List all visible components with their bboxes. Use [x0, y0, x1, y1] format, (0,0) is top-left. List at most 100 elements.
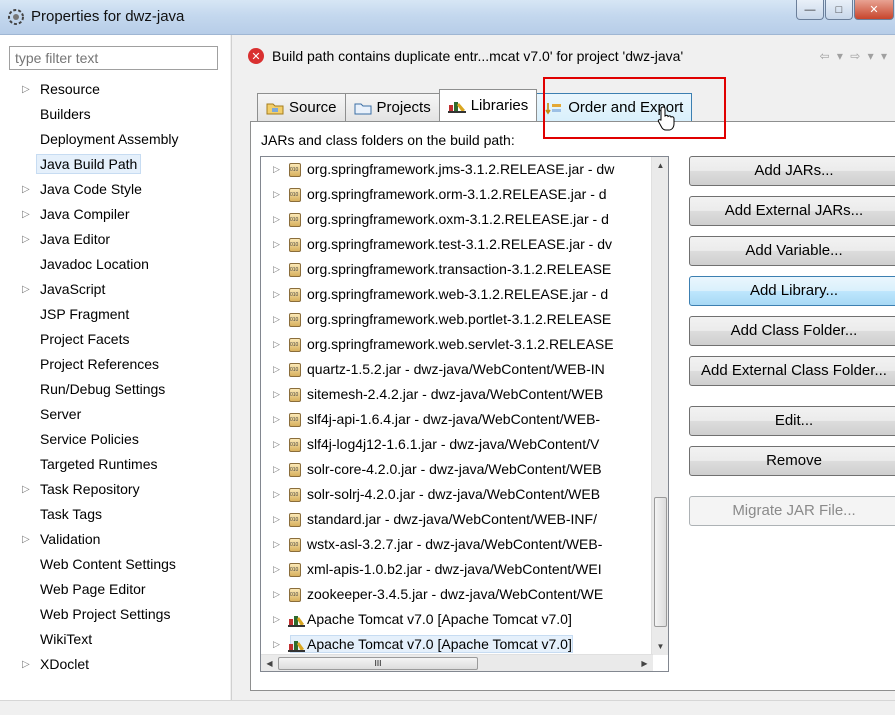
list-item[interactable]: ▷ zookeeper-3.4.5.jar - dwz-java/WebConte… — [261, 582, 653, 607]
list-item[interactable]: ▷ org.springframework.web.servlet-3.1.2.R… — [261, 332, 653, 357]
list-item[interactable]: ▷ solr-core-4.2.0.jar - dwz-java/WebConte… — [261, 457, 653, 482]
list-item[interactable]: ▷ org.springframework.jms-3.1.2.RELEASE.j… — [261, 157, 653, 182]
remove-button[interactable]: Remove — [689, 446, 895, 476]
sidebar-item[interactable]: Project References — [0, 352, 230, 377]
expand-arrow-icon[interactable]: ▷ — [273, 232, 280, 257]
expand-arrow-icon[interactable]: ▷ — [22, 477, 30, 502]
list-item[interactable]: ▷ org.springframework.web.portlet-3.1.2.R… — [261, 307, 653, 332]
expand-arrow-icon[interactable]: ▷ — [273, 582, 280, 607]
list-item[interactable]: ▷ standard.jar - dwz-java/WebContent/WEB-… — [261, 507, 653, 532]
sidebar-item[interactable]: Web Project Settings — [0, 602, 230, 627]
scroll-up-icon[interactable]: ▲ — [652, 157, 668, 174]
sidebar-item[interactable]: Project Facets — [0, 327, 230, 352]
tab-projects[interactable]: Projects — [344, 93, 440, 121]
expand-arrow-icon[interactable]: ▷ — [273, 632, 280, 655]
sidebar-item[interactable]: ▷ JavaScript — [0, 277, 230, 302]
add-class-folder-button[interactable]: Add Class Folder... — [689, 316, 895, 346]
close-button[interactable]: ✕ — [854, 0, 894, 20]
expand-arrow-icon[interactable]: ▷ — [273, 357, 280, 382]
expand-arrow-icon[interactable]: ▷ — [273, 507, 280, 532]
scroll-right-icon[interactable]: ▶ — [636, 655, 653, 671]
vertical-scrollbar[interactable]: ▲ ▼ — [651, 157, 668, 655]
list-item[interactable]: ▷ org.springframework.transaction-3.1.2.R… — [261, 257, 653, 282]
list-item[interactable]: ▷ sitemesh-2.4.2.jar - dwz-java/WebConten… — [261, 382, 653, 407]
vertical-scroll-thumb[interactable] — [654, 497, 667, 627]
expand-arrow-icon[interactable]: ▷ — [273, 257, 280, 282]
list-item[interactable]: ▷ Apache Tomcat v7.0 [Apache Tomcat v7.0] — [261, 632, 653, 655]
list-item[interactable]: ▷ solr-solrj-4.2.0.jar - dwz-java/WebCont… — [261, 482, 653, 507]
expand-arrow-icon[interactable]: ▷ — [273, 207, 280, 232]
sidebar-item[interactable]: ▷ Resource — [0, 77, 230, 102]
filter-input[interactable] — [9, 46, 218, 70]
expand-arrow-icon[interactable]: ▷ — [273, 332, 280, 357]
add-external-jars-button[interactable]: Add External JARs... — [689, 196, 895, 226]
sidebar-item[interactable]: ▷ Java Code Style — [0, 177, 230, 202]
list-item[interactable]: ▷ Apache Tomcat v7.0 [Apache Tomcat v7.0] — [261, 607, 653, 632]
expand-arrow-icon[interactable]: ▷ — [273, 307, 280, 332]
sidebar-item[interactable]: Server — [0, 402, 230, 427]
expand-arrow-icon[interactable]: ▷ — [273, 382, 280, 407]
list-item[interactable]: ▷ wstx-asl-3.2.7.jar - dwz-java/WebConten… — [261, 532, 653, 557]
expand-arrow-icon[interactable]: ▷ — [273, 182, 280, 207]
expand-arrow-icon[interactable]: ▷ — [22, 77, 30, 102]
sidebar-item[interactable]: JSP Fragment — [0, 302, 230, 327]
expand-arrow-icon[interactable]: ▷ — [273, 432, 280, 457]
sidebar-item[interactable]: ▷ Validation — [0, 527, 230, 552]
sidebar-item[interactable]: Targeted Runtimes — [0, 452, 230, 477]
add-jars-button[interactable]: Add JARs... — [689, 156, 895, 186]
sidebar-item[interactable]: Java Build Path — [0, 152, 230, 177]
expand-arrow-icon[interactable]: ▷ — [273, 157, 280, 182]
sidebar-item[interactable]: Builders — [0, 102, 230, 127]
horizontal-scroll-thumb[interactable]: III — [278, 657, 478, 670]
add-library-button[interactable]: Add Library... — [689, 276, 895, 306]
expand-arrow-icon[interactable]: ▷ — [22, 652, 30, 677]
edit-button[interactable]: Edit... — [689, 406, 895, 436]
list-item[interactable]: ▷ org.springframework.oxm-3.1.2.RELEASE.j… — [261, 207, 653, 232]
list-item[interactable]: ▷ org.springframework.test-3.1.2.RELEASE.… — [261, 232, 653, 257]
expand-arrow-icon[interactable]: ▷ — [273, 607, 280, 632]
expand-arrow-icon[interactable]: ▷ — [273, 457, 280, 482]
list-item[interactable]: ▷ quartz-1.5.2.jar - dwz-java/WebContent/… — [261, 357, 653, 382]
sidebar-item[interactable]: Web Page Editor — [0, 577, 230, 602]
expand-arrow-icon[interactable]: ▷ — [22, 227, 30, 252]
scroll-left-icon[interactable]: ◀ — [261, 655, 278, 671]
list-item[interactable]: ▷ org.springframework.web-3.1.2.RELEASE.j… — [261, 282, 653, 307]
list-item[interactable]: ▷ slf4j-log4j12-1.6.1.jar - dwz-java/WebC… — [261, 432, 653, 457]
expand-arrow-icon[interactable]: ▷ — [273, 407, 280, 432]
minimize-button[interactable]: — — [796, 0, 824, 20]
expand-arrow-icon[interactable]: ▷ — [22, 277, 30, 302]
sidebar-item[interactable]: ▷ XDoclet — [0, 652, 230, 677]
horizontal-scrollbar[interactable]: ◀ III ▶ — [261, 654, 653, 671]
list-item[interactable]: ▷ xml-apis-1.0.b2.jar - dwz-java/WebConte… — [261, 557, 653, 582]
expand-arrow-icon[interactable]: ▷ — [22, 202, 30, 227]
maximize-button[interactable]: □ — [825, 0, 853, 20]
tab-libraries[interactable]: Libraries — [438, 89, 538, 121]
gear-icon — [8, 9, 24, 25]
list-item[interactable]: ▷ slf4j-api-1.6.4.jar - dwz-java/WebConte… — [261, 407, 653, 432]
tab-source[interactable]: Source — [257, 93, 346, 121]
expand-arrow-icon[interactable]: ▷ — [273, 482, 280, 507]
list-item[interactable]: ▷ org.springframework.orm-3.1.2.RELEASE.j… — [261, 182, 653, 207]
sidebar-item[interactable]: Service Policies — [0, 427, 230, 452]
sidebar-item[interactable]: ▷ Task Repository — [0, 477, 230, 502]
sidebar-item[interactable]: Web Content Settings — [0, 552, 230, 577]
expand-arrow-icon[interactable]: ▷ — [22, 527, 30, 552]
sidebar-item[interactable]: ▷ Java Editor — [0, 227, 230, 252]
expand-arrow-icon[interactable]: ▷ — [22, 177, 30, 202]
sidebar-item[interactable]: Javadoc Location — [0, 252, 230, 277]
expand-arrow-icon[interactable]: ▷ — [273, 282, 280, 307]
add-external-class-folder-button[interactable]: Add External Class Folder... — [689, 356, 895, 386]
sidebar-item[interactable]: Deployment Assembly — [0, 127, 230, 152]
view-menu-icon[interactable]: ▾ — [881, 49, 889, 63]
sidebar-item[interactable]: Run/Debug Settings — [0, 377, 230, 402]
expand-arrow-icon[interactable]: ▷ — [273, 532, 280, 557]
sidebar-item[interactable]: Task Tags — [0, 502, 230, 527]
scroll-down-icon[interactable]: ▼ — [652, 638, 668, 655]
sidebar-item[interactable]: WikiText — [0, 627, 230, 652]
add-variable-button[interactable]: Add Variable... — [689, 236, 895, 266]
forward-arrow-icon[interactable]: ⇨ ▾ — [850, 49, 875, 63]
sidebar-item[interactable]: ▷ Java Compiler — [0, 202, 230, 227]
expand-arrow-icon[interactable]: ▷ — [273, 557, 280, 582]
migrate-jar-button[interactable]: Migrate JAR File... — [689, 496, 895, 526]
back-arrow-icon[interactable]: ⇦ ▾ — [819, 49, 844, 63]
